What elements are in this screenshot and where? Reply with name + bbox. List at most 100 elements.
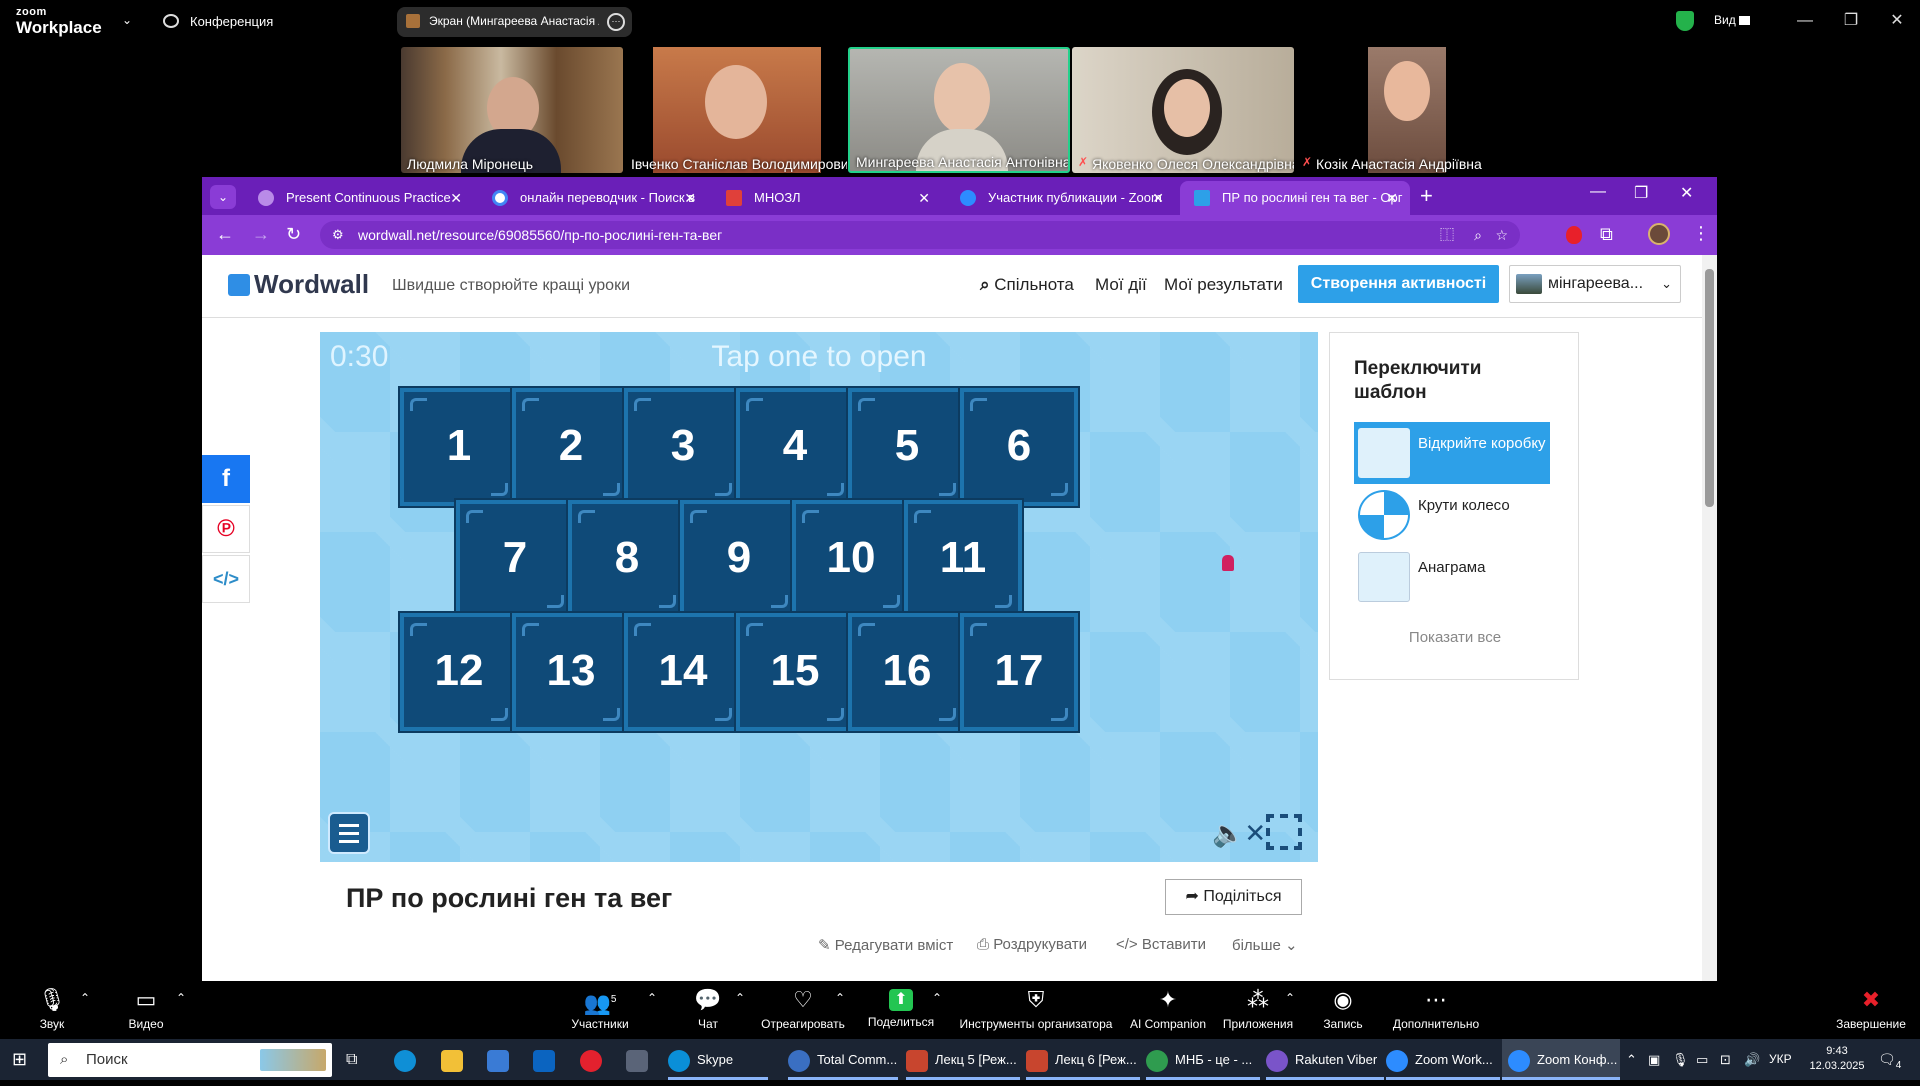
game-box[interactable]: 7 [456,500,574,618]
embed-link[interactable]: </> Вставити [1116,936,1206,953]
more-button[interactable]: ⋯ Дополнительно [1388,989,1484,1032]
game-box[interactable]: 8 [568,500,686,618]
scrollbar-thumb[interactable] [1705,269,1714,507]
start-button[interactable]: ⊞ [12,1039,38,1080]
browser-tab[interactable]: Участник публикации - Zoom ✕ [946,181,1176,215]
facebook-share-icon[interactable]: f [202,455,250,503]
tab-search-icon[interactable]: ⌄ [210,185,236,209]
network-icon[interactable]: ⊡ [1720,1039,1738,1080]
participant-tile[interactable]: ✗ Яковенко Олеся Олександрівна [1072,47,1294,173]
encryption-shield-icon[interactable] [1676,11,1694,31]
zoom-icon[interactable]: ⌕ [1474,221,1482,249]
taskbar-app-powerpoint-6[interactable]: Лекц 6 [Реж... [1026,1039,1140,1080]
nav-my-activities[interactable]: Мої дії [1095,275,1147,295]
game-box[interactable]: 17 [960,613,1078,731]
game-box[interactable]: 11 [904,500,1022,618]
taskbar-app-viber[interactable]: Rakuten Viber [1266,1039,1384,1080]
host-tools-button[interactable]: ⛨ Инструменты организатора [957,989,1115,1032]
participants-options-caret[interactable]: ⌃ [645,991,659,1005]
edge-icon[interactable] [394,1039,420,1080]
apps-options-caret[interactable]: ⌃ [1283,991,1297,1005]
edit-content-link[interactable]: ✎ Редагувати вміст [818,936,953,954]
more-options-icon[interactable]: ··· [607,13,625,31]
game-box[interactable]: 2 [512,388,630,506]
view-menu[interactable]: Вид [1714,13,1751,27]
taskbar-app-skype[interactable]: Skype [668,1039,768,1080]
close-icon[interactable]: ✕ [1884,10,1910,32]
minimize-icon[interactable]: — [1792,10,1818,32]
meeting-label[interactable]: Конференция [190,14,273,29]
show-all-link[interactable]: Показати все [1330,629,1580,646]
file-explorer-icon[interactable] [441,1039,467,1080]
url-field[interactable]: ⚙ wordwall.net/resource/69085560/пр-по-р… [320,221,1520,249]
close-icon[interactable]: ✕ [1680,183,1693,203]
bookmark-star-icon[interactable]: ☆ [1495,221,1508,249]
taskbar-search[interactable]: ⌕ Поиск [48,1043,332,1077]
end-meeting-button[interactable]: ✖ Завершение [1830,989,1912,1032]
forward-icon[interactable]: → [252,224,270,245]
restore-icon[interactable]: ❐ [1634,183,1648,203]
user-menu-button[interactable]: мінгареева... ⌄ [1509,265,1681,303]
share-screen-button[interactable]: ⬆ Поделиться [862,989,940,1029]
notifications-button[interactable]: 🗨4 [1878,1039,1908,1080]
profile-avatar[interactable] [1648,223,1670,245]
taskbar-app-powerpoint-5[interactable]: Лекц 5 [Реж... [906,1039,1020,1080]
game-box[interactable]: 6 [960,388,1078,506]
taskbar-app-total-commander[interactable]: Total Comm... [788,1039,898,1080]
react-options-caret[interactable]: ⌃ [833,991,847,1005]
game-box[interactable]: 4 [736,388,854,506]
game-box[interactable]: 3 [624,388,742,506]
restore-icon[interactable]: ❐ [1838,10,1864,32]
task-view-icon[interactable]: ⧉ [346,1039,372,1080]
game-box[interactable]: 12 [400,613,518,731]
record-button[interactable]: ◉ Запись [1318,989,1368,1032]
video-button[interactable]: ▭ Видео [124,989,168,1032]
tab-close-icon[interactable]: ✕ [918,181,930,215]
screen-share-indicator[interactable]: Экран (Мингареева Анастасія А ··· [397,7,632,37]
reload-icon[interactable]: ↻ [286,224,301,245]
browser-tab[interactable]: онлайн переводчик - Поиск в ✕ [478,181,708,215]
more-link[interactable]: більше ⌄ [1232,936,1298,954]
taskbar-app-zoom-meeting[interactable]: Zoom Конф... [1502,1039,1620,1080]
new-tab-icon[interactable]: + [1420,183,1433,209]
tab-close-icon[interactable]: ✕ [684,181,696,215]
volume-icon[interactable]: 🔊 [1744,1039,1762,1080]
browser-tab[interactable]: МНОЗЛ ✕ [712,181,942,215]
template-option-anagram[interactable]: Анаграма [1354,546,1550,608]
back-icon[interactable]: ← [216,224,234,245]
outlook-icon[interactable] [533,1039,559,1080]
extension-icon[interactable] [1566,226,1582,244]
extensions-puzzle-icon[interactable]: ⧉ [1600,224,1613,245]
browser-tab-active[interactable]: ПР по рослині ген та вег - Орг ✕ [1180,181,1410,215]
translate-icon[interactable]: ⿰ [1440,221,1454,249]
game-area[interactable]: 0:30 Tap one to open 1 2 3 4 5 6 7 8 9 10 11 12 13 14… [320,332,1318,862]
game-box[interactable]: 10 [792,500,910,618]
participants-button[interactable]: 👥5 Участники [560,989,640,1031]
game-box[interactable]: 14 [624,613,742,731]
wordwall-logo[interactable]: Wordwall [228,269,369,300]
tray-app-icon[interactable]: ▣ [1648,1039,1664,1080]
browser-menu-icon[interactable]: ⋮ [1692,223,1710,244]
share-button[interactable]: ➦ Поділіться [1165,879,1302,915]
game-box[interactable]: 1 [400,388,518,506]
participant-tile[interactable]: ✗ Козік Анастасія Андріївна [1296,47,1518,173]
embed-code-icon[interactable]: </> [202,555,250,603]
game-box[interactable]: 9 [680,500,798,618]
tray-mic-icon[interactable]: 🎙 [1672,1039,1689,1080]
system-clock[interactable]: 9:43 12.03.2025 [1804,1039,1870,1080]
site-info-icon[interactable]: ⚙ [332,221,344,249]
input-language[interactable]: УКР [1769,1039,1799,1080]
fullscreen-icon[interactable] [1266,814,1302,850]
minimize-icon[interactable]: — [1590,183,1606,201]
tab-close-icon[interactable]: ✕ [1152,181,1164,215]
tab-close-icon[interactable]: ✕ [1386,181,1398,215]
share-options-caret[interactable]: ⌃ [930,991,944,1005]
game-box[interactable]: 5 [848,388,966,506]
video-options-caret[interactable]: ⌃ [174,991,188,1005]
taskbar-app-zoom-workplace[interactable]: Zoom Work... [1386,1039,1500,1080]
tray-display-icon[interactable]: ▭ [1696,1039,1712,1080]
create-activity-button[interactable]: Створення активності [1298,265,1499,303]
pinterest-share-icon[interactable]: ℗ [202,505,250,553]
participant-tile[interactable]: Івченко Станіслав Володимирович [625,47,847,173]
audio-button[interactable]: 🎙 Звук [32,989,72,1032]
